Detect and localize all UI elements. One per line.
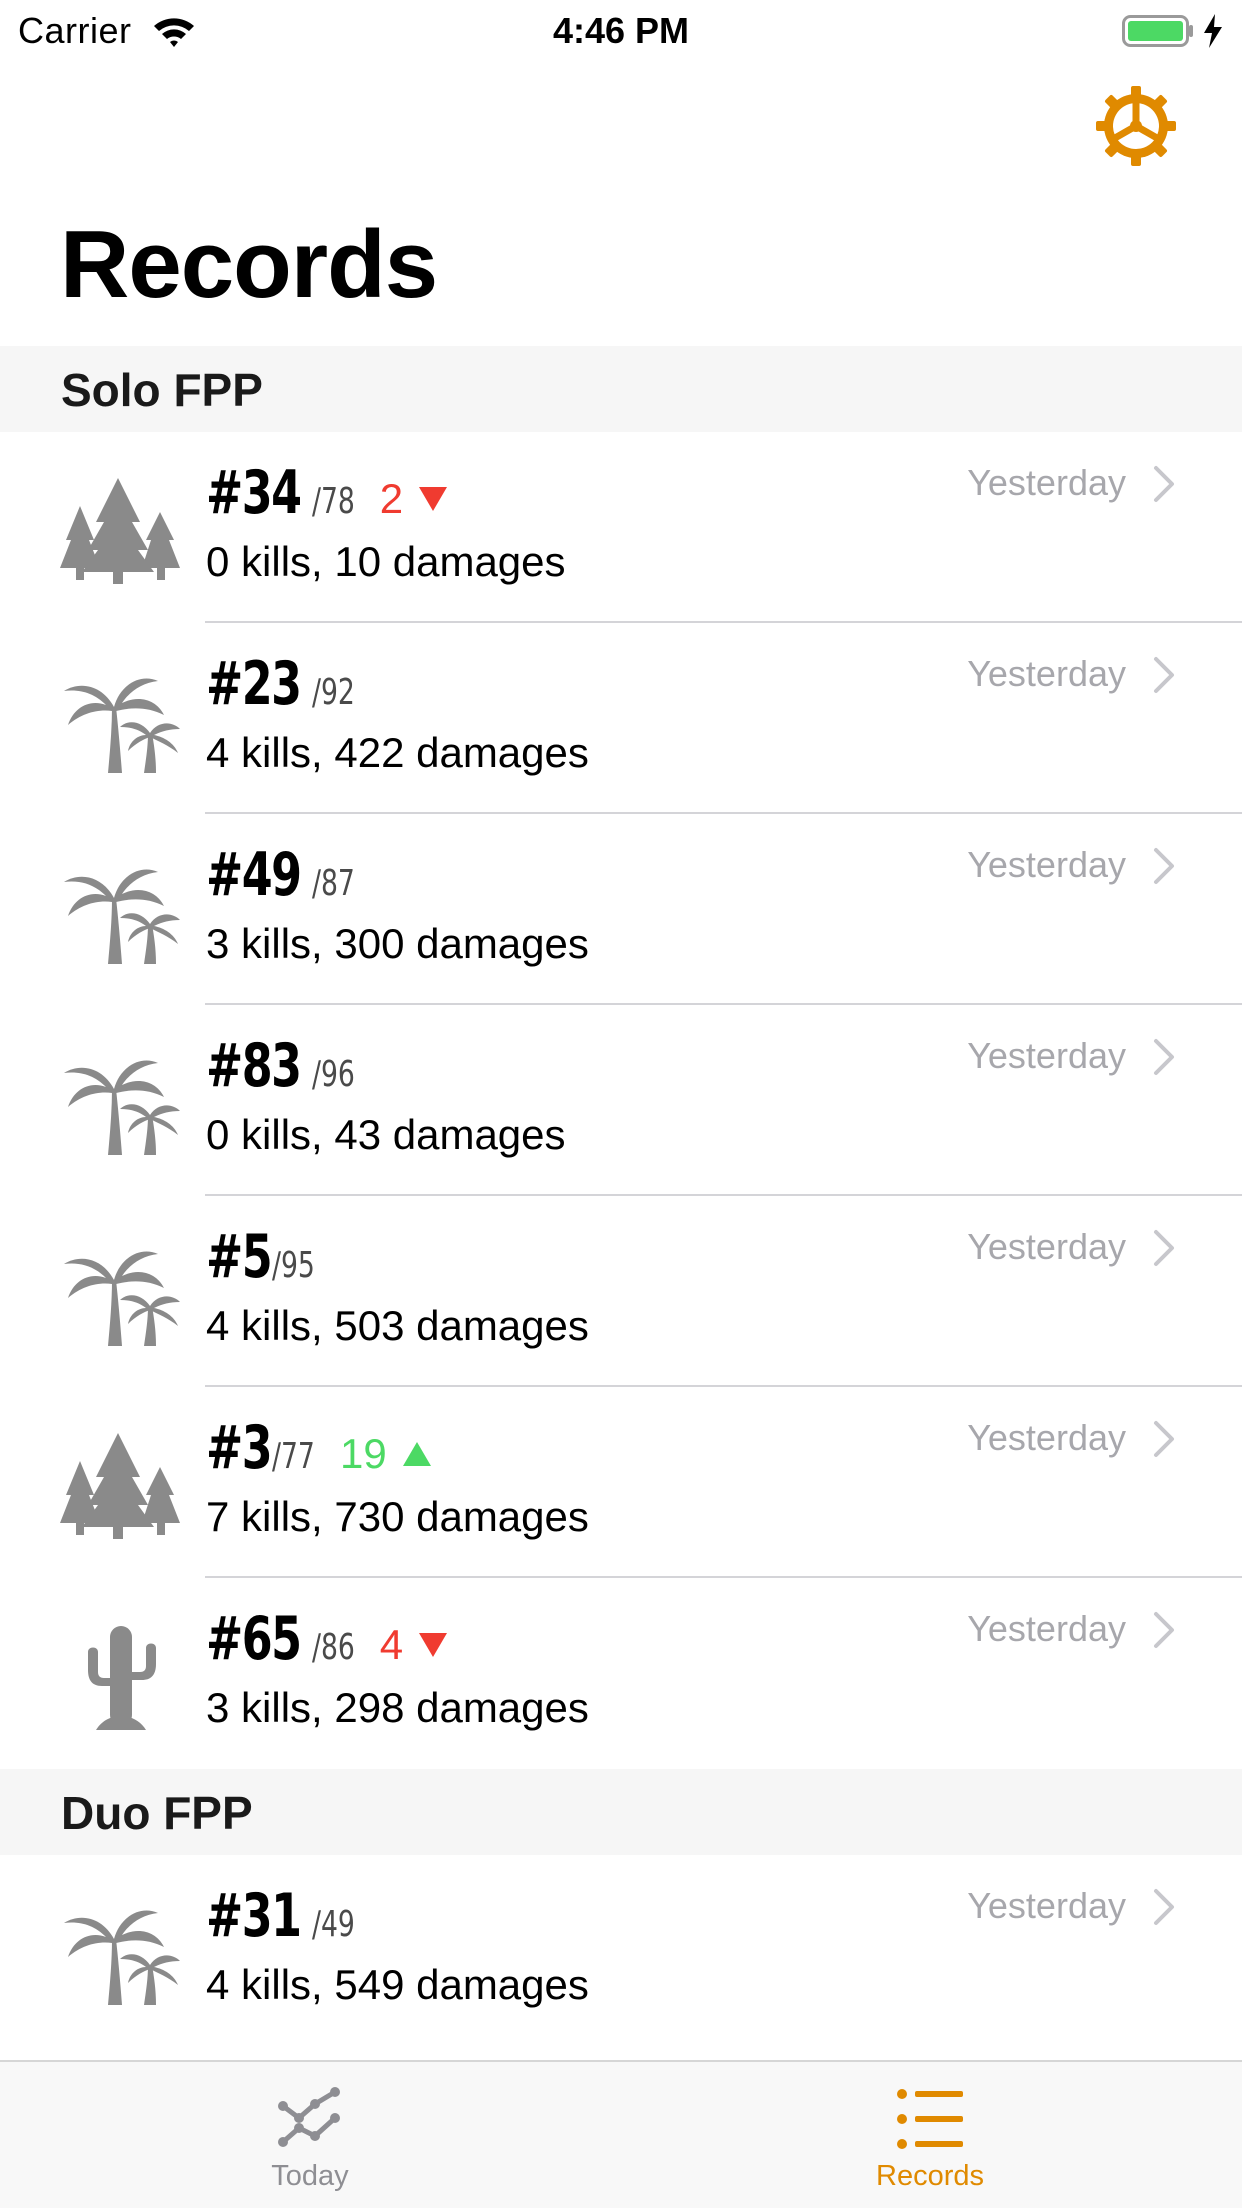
section-header: Duo FPP	[0, 1769, 1242, 1855]
rank-change-value: 4	[379, 1621, 404, 1668]
total-players: /78	[311, 481, 355, 522]
palm-icon	[58, 1899, 184, 2009]
cactus-icon	[58, 1622, 184, 1732]
status-bar: Carrier 4:46 PM	[0, 0, 1242, 60]
palm-icon	[58, 1049, 184, 1159]
match-stats: 0 kills, 10 damages	[206, 538, 566, 585]
total-players: /95	[272, 1245, 315, 1286]
rank-line: #34 /78 2	[206, 458, 449, 534]
record-row[interactable]: #5 /95 4 kills, 503 damages Yesterday	[0, 1196, 1242, 1387]
palm-icon	[58, 667, 184, 777]
match-stats: 3 kills, 298 damages	[206, 1684, 589, 1731]
record-row[interactable]: #65 /86 4 3 kills, 298 damages Yesterday	[0, 1578, 1242, 1769]
tab-today[interactable]: Today	[160, 2062, 460, 2208]
chevron-right-icon	[1154, 1230, 1174, 1266]
record-row[interactable]: #34 /78 2 0 kills, 10 damages Yesterday	[0, 432, 1242, 623]
match-date: Yesterday	[967, 1035, 1126, 1076]
chevron-right-icon	[1154, 657, 1174, 693]
charging-bolt-icon	[1204, 14, 1222, 48]
match-stats: 4 kills, 549 damages	[206, 1961, 589, 2008]
match-date: Yesterday	[967, 462, 1126, 503]
rank-line: #83 /96	[206, 1031, 370, 1107]
chevron-right-icon	[1154, 1421, 1174, 1457]
match-date: Yesterday	[967, 844, 1126, 885]
chevron-right-icon	[1154, 1889, 1174, 1925]
chevron-right-icon	[1154, 848, 1174, 884]
match-date: Yesterday	[967, 1417, 1126, 1458]
rank: #65	[206, 1604, 302, 1674]
palm-icon	[58, 1240, 184, 1350]
rank-change: 19	[340, 1430, 433, 1478]
match-date: Yesterday	[967, 1226, 1126, 1267]
rank-line: #23 /92	[206, 649, 370, 725]
rank-line: #5 /95	[206, 1222, 330, 1298]
rank: #31	[206, 1881, 302, 1951]
match-stats: 4 kills, 422 damages	[206, 729, 589, 776]
match-stats: 0 kills, 43 damages	[206, 1111, 566, 1158]
chevron-right-icon	[1154, 466, 1174, 502]
list-icon	[897, 2089, 963, 2149]
match-stats: 7 kills, 730 damages	[206, 1493, 589, 1540]
line-chart-icon	[278, 2087, 340, 2147]
total-players: /49	[311, 1904, 355, 1945]
rank: #83	[206, 1031, 302, 1101]
gear-icon[interactable]	[1094, 84, 1178, 168]
rank-down-arrow-icon	[419, 487, 448, 511]
forest-icon	[58, 476, 184, 586]
record-row[interactable]: #23 /92 4 kills, 422 damages Yesterday	[0, 623, 1242, 814]
record-row[interactable]: #3 /77 19 7 kills, 730 damages Yesterday	[0, 1387, 1242, 1578]
match-date: Yesterday	[967, 1608, 1126, 1649]
match-date: Yesterday	[967, 653, 1126, 694]
rank-line: #49 /87	[206, 840, 370, 916]
total-players: /92	[311, 672, 355, 713]
match-date: Yesterday	[967, 1885, 1126, 1926]
rank-change: 4	[380, 1621, 449, 1669]
battery-icon	[1122, 15, 1193, 47]
total-players: /87	[311, 863, 355, 904]
rank: #49	[206, 840, 302, 910]
clock: 4:46 PM	[552, 10, 690, 51]
record-row[interactable]: #83 /96 0 kills, 43 damages Yesterday	[0, 1005, 1242, 1196]
record-row[interactable]: #49 /87 3 kills, 300 damages Yesterday	[0, 814, 1242, 1005]
page-title: Records	[60, 211, 438, 318]
tab-bar: Today Records	[0, 2060, 1242, 2208]
chevron-right-icon	[1154, 1039, 1174, 1075]
tab-records[interactable]: Records	[780, 2062, 1080, 2208]
total-players: /77	[272, 1436, 315, 1477]
forest-icon	[58, 1431, 184, 1541]
chevron-right-icon	[1154, 1612, 1174, 1648]
rank: #23	[206, 649, 302, 719]
tab-today-label: Today	[271, 2160, 349, 2192]
rank-line: #31 /49	[206, 1881, 370, 1957]
record-row[interactable]: #31 /49 4 kills, 549 damages Yesterday	[0, 1855, 1242, 2046]
rank: #34	[206, 458, 302, 528]
rank-down-arrow-icon	[419, 1633, 448, 1657]
section-header: Solo FPP	[0, 346, 1242, 432]
rank: #5	[206, 1222, 273, 1292]
total-players: /96	[311, 1054, 355, 1095]
palm-icon	[58, 858, 184, 968]
rank-change-value: 19	[339, 1430, 387, 1477]
rank-change-value: 2	[379, 475, 404, 522]
rank-change: 2	[380, 475, 449, 523]
match-stats: 4 kills, 503 damages	[206, 1302, 589, 1349]
total-players: /86	[311, 1627, 355, 1668]
rank-line: #65 /86 4	[206, 1604, 449, 1680]
rank: #3	[206, 1413, 273, 1483]
rank-up-arrow-icon	[402, 1442, 431, 1466]
tab-records-label: Records	[876, 2160, 984, 2192]
records-list: Solo FPP #34 /78 2 0 kills, 10 damages Y…	[0, 346, 1242, 2046]
rank-line: #3 /77 19	[206, 1413, 433, 1489]
match-stats: 3 kills, 300 damages	[206, 920, 589, 967]
